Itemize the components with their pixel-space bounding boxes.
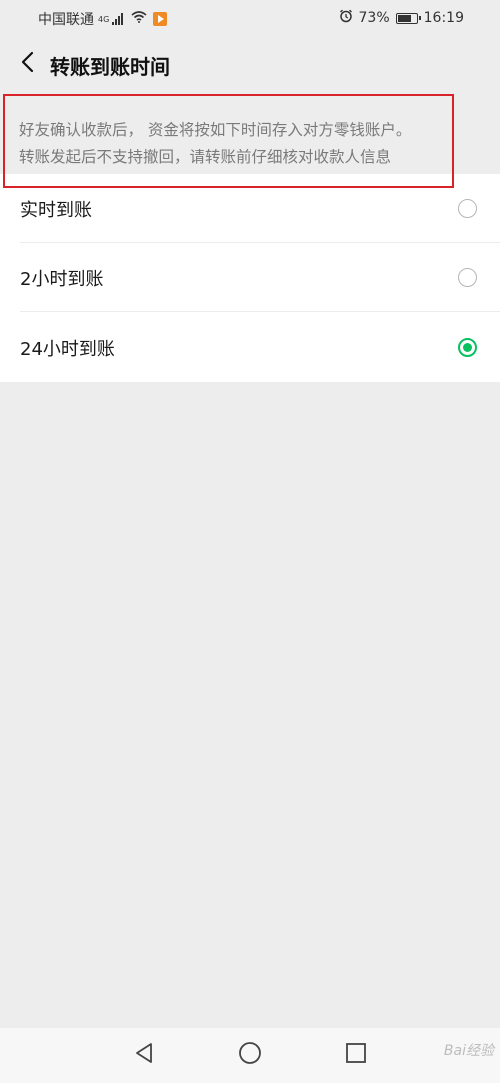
highlight-annotation-box: [3, 94, 454, 188]
back-button[interactable]: [12, 48, 42, 80]
system-back-button[interactable]: [132, 1043, 156, 1067]
divider: [20, 311, 500, 312]
system-home-button[interactable]: [238, 1041, 262, 1069]
arrival-time-options: 实时到账 2小时到账 24小时到账: [0, 174, 500, 382]
back-chevron-icon: [20, 51, 34, 77]
carrier-name: 中国联通: [38, 12, 94, 28]
watermark: Bai经验: [443, 1043, 494, 1059]
option-label: 实时到账: [20, 200, 92, 221]
radio-unchecked-icon[interactable]: [458, 199, 477, 218]
home-circle-icon: [238, 1041, 262, 1069]
nav-header: 转账到账时间: [0, 34, 500, 94]
status-right: 73% 16:19: [339, 9, 464, 27]
option-label: 24小时到账: [20, 339, 115, 360]
page-title: 转账到账时间: [50, 55, 170, 79]
battery-percent: 73%: [358, 10, 390, 26]
system-recents-button[interactable]: [344, 1043, 368, 1067]
system-nav-bar: [0, 1028, 500, 1083]
option-label: 2小时到账: [20, 269, 104, 290]
alarm-icon: [339, 9, 353, 27]
recents-square-icon: [345, 1042, 367, 1068]
option-2-hours[interactable]: 2小时到账: [0, 243, 500, 312]
status-left: 中国联通 4G: [38, 9, 168, 29]
clock-time: 16:19: [423, 10, 464, 26]
back-triangle-icon: [133, 1042, 155, 1068]
radio-checked-icon[interactable]: [458, 338, 477, 357]
option-24-hours[interactable]: 24小时到账: [0, 313, 500, 382]
app-notification-icon: [153, 12, 168, 26]
signal-icon: [112, 13, 124, 25]
network-type: 4G: [98, 14, 110, 24]
radio-unchecked-icon[interactable]: [458, 268, 477, 287]
status-bar: 中国联通 4G 73% 16:19: [0, 0, 500, 34]
battery-icon: [395, 12, 421, 24]
wifi-icon: [131, 11, 147, 27]
